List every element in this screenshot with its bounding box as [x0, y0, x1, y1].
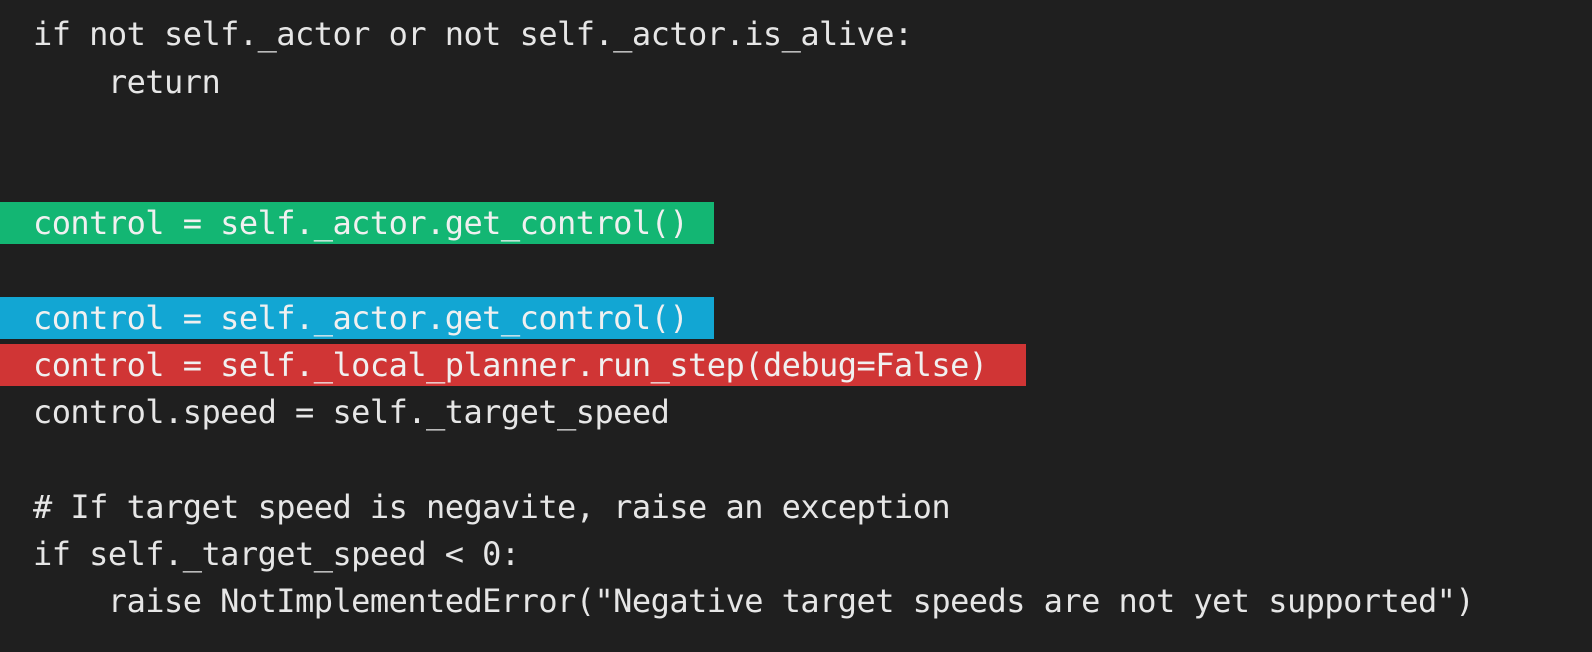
code-line-text: if self._target_speed < 0:: [33, 535, 520, 573]
code-line-13[interactable]: raise NotImplementedError("Negative targ…: [0, 580, 1475, 622]
code-line-comment[interactable]: # If target speed is negavite, raise an …: [0, 486, 951, 528]
code-line-text: return: [33, 63, 221, 101]
code-editor[interactable]: if not self._actor or not self._actor.is…: [0, 0, 1592, 652]
code-line-text: if not self._actor or not self._actor.is…: [33, 15, 913, 53]
code-line-text: raise NotImplementedError("Negative targ…: [33, 582, 1475, 620]
code-line-4-empty[interactable]: [0, 155, 33, 197]
code-line-1[interactable]: if not self._actor or not self._actor.is…: [0, 13, 913, 55]
code-line-6-empty[interactable]: [0, 249, 33, 291]
code-line-selected-highlight[interactable]: control = self._actor.get_control(): [0, 297, 714, 339]
code-line-text: control = self._local_planner.run_step(d…: [33, 346, 988, 384]
code-line-text: control.speed = self._target_speed: [33, 393, 670, 431]
code-line-added-highlight[interactable]: control = self._actor.get_control(): [0, 202, 714, 244]
code-line-9[interactable]: control.speed = self._target_speed: [0, 391, 670, 433]
code-line-10-empty[interactable]: [0, 439, 33, 481]
code-line-2[interactable]: return: [0, 61, 221, 103]
code-line-removed-highlight[interactable]: control = self._local_planner.run_step(d…: [0, 344, 1026, 386]
code-line-12[interactable]: if self._target_speed < 0:: [0, 533, 520, 575]
code-line-text: control = self._actor.get_control(): [33, 204, 689, 242]
code-line-text: # If target speed is negavite, raise an …: [33, 488, 951, 526]
code-line-3-empty[interactable]: [0, 108, 33, 150]
code-line-text: control = self._actor.get_control(): [33, 299, 689, 337]
